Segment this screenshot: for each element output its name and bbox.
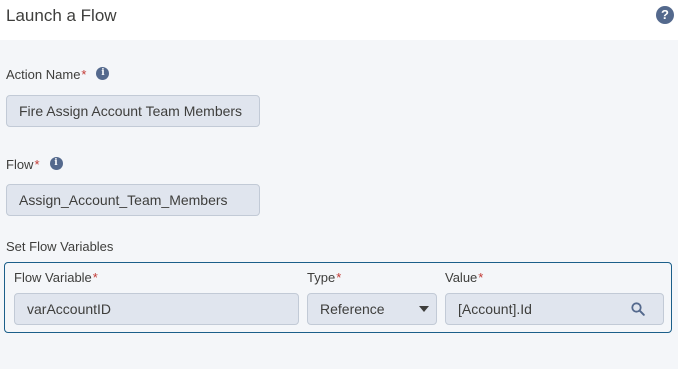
- column-header-label: Type: [307, 270, 336, 285]
- info-icon[interactable]: i: [49, 157, 63, 171]
- required-marker: *: [34, 157, 40, 172]
- value-input-text: [Account].Id: [458, 301, 532, 317]
- column-header-flow-variable: Flow Variable*: [14, 270, 98, 285]
- column-header-type: Type*: [307, 270, 341, 285]
- set-flow-variables-label: Set Flow Variables: [6, 239, 114, 254]
- search-icon[interactable]: [631, 302, 645, 316]
- flow-variables-table: Flow Variable* Type* Value* varAccountID…: [4, 262, 672, 333]
- action-name-label: Action Name* i: [6, 67, 110, 82]
- type-select-value: Reference: [320, 301, 385, 317]
- required-marker: *: [81, 67, 87, 82]
- required-marker: *: [336, 270, 342, 285]
- panel-header: Launch a Flow ?: [0, 0, 678, 40]
- action-name-label-text: Action Name: [6, 67, 81, 82]
- column-header-label: Value: [445, 270, 478, 285]
- flow-input[interactable]: Assign_Account_Team_Members: [6, 184, 260, 216]
- required-marker: *: [92, 270, 98, 285]
- type-select[interactable]: Reference: [307, 293, 437, 325]
- action-name-input[interactable]: Fire Assign Account Team Members: [6, 95, 260, 127]
- flow-variable-input[interactable]: varAccountID: [14, 293, 299, 325]
- value-input[interactable]: [Account].Id: [445, 293, 664, 325]
- page-title: Launch a Flow: [6, 6, 117, 25]
- info-icon[interactable]: i: [96, 67, 110, 81]
- required-marker: *: [478, 270, 484, 285]
- column-header-value: Value*: [445, 270, 483, 285]
- chevron-down-icon: [419, 306, 429, 312]
- flow-label: Flow* i: [6, 157, 63, 172]
- help-icon[interactable]: ?: [656, 6, 674, 24]
- column-header-label: Flow Variable: [14, 270, 92, 285]
- flow-label-text: Flow: [6, 157, 34, 172]
